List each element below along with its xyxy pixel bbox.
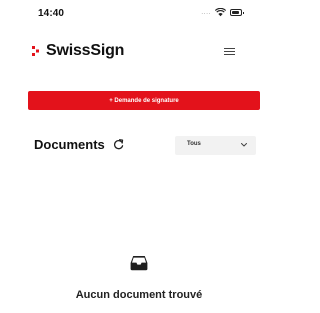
brand-name: SwissSign [46, 42, 125, 59]
status-icons: .... [201, 8, 244, 17]
signal-indicator: .... [201, 9, 211, 16]
new-signature-request-button[interactable]: + Demande de signature [28, 91, 260, 110]
chevron-down-icon [241, 143, 247, 147]
empty-state-message: Aucun document trouvé [75, 289, 203, 301]
filter-selected-value: Tous [187, 141, 201, 147]
app-header: SwissSign [0, 30, 258, 70]
status-time: 14:40 [38, 8, 65, 19]
swisssign-logo-icon [32, 46, 39, 56]
documents-title: Documents [34, 137, 105, 152]
inbox-icon [130, 256, 148, 271]
refresh-icon[interactable] [113, 139, 124, 150]
battery-icon [230, 9, 244, 16]
status-bar: 14:40 .... [0, 0, 258, 26]
document-filter-select[interactable]: Tous [175, 136, 256, 155]
hamburger-menu-icon[interactable] [224, 47, 237, 57]
swisssign-logo[interactable]: SwissSign [32, 42, 124, 60]
wifi-icon [215, 8, 226, 17]
documents-header: Documents [34, 137, 124, 152]
